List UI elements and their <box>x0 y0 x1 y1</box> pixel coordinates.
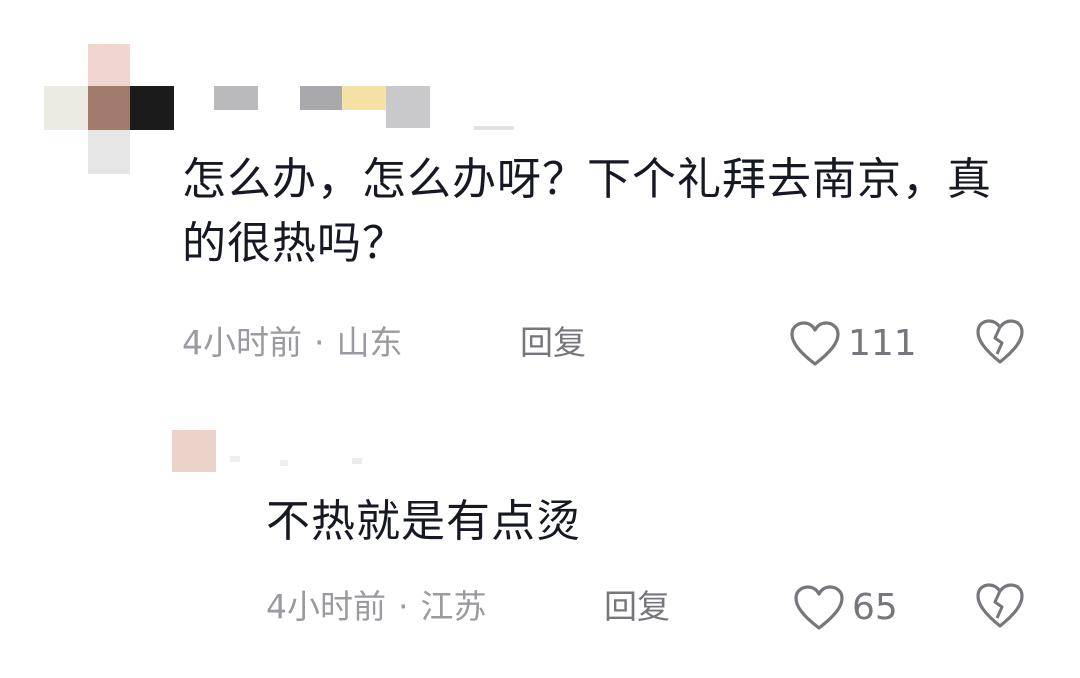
timestamp: 4小时前 <box>182 323 302 362</box>
dislike-button[interactable] <box>974 318 1026 370</box>
heart-outline-icon <box>790 321 840 366</box>
like-button[interactable]: 65 <box>792 584 898 632</box>
location: 江苏 <box>420 587 487 626</box>
separator: · <box>314 323 325 362</box>
broken-heart-icon <box>976 583 1024 628</box>
timestamp: 4小时前 <box>266 587 386 626</box>
like-count: 111 <box>848 323 917 364</box>
location: 山东 <box>336 323 403 362</box>
like-count: 65 <box>852 587 898 628</box>
comment-meta: 4小时前 · 江苏 <box>266 587 487 627</box>
broken-heart-icon <box>976 319 1024 364</box>
separator: · <box>398 587 409 626</box>
avatar[interactable] <box>172 430 216 472</box>
like-button[interactable]: 111 <box>788 320 917 368</box>
reply-button[interactable]: 回复 <box>520 323 586 363</box>
dislike-button[interactable] <box>974 582 1026 634</box>
comment-meta: 4小时前 · 山东 <box>182 323 403 363</box>
comment-text: 怎么办，怎么办呀？下个礼拜去南京，真的很热吗？ <box>182 154 992 269</box>
comment-text: 不热就是有点烫 <box>266 496 581 547</box>
username-obscured[interactable] <box>230 452 370 468</box>
reply-button[interactable]: 回复 <box>604 587 670 627</box>
heart-outline-icon <box>794 585 844 630</box>
avatar[interactable] <box>44 44 174 174</box>
username-obscured[interactable] <box>214 86 514 132</box>
